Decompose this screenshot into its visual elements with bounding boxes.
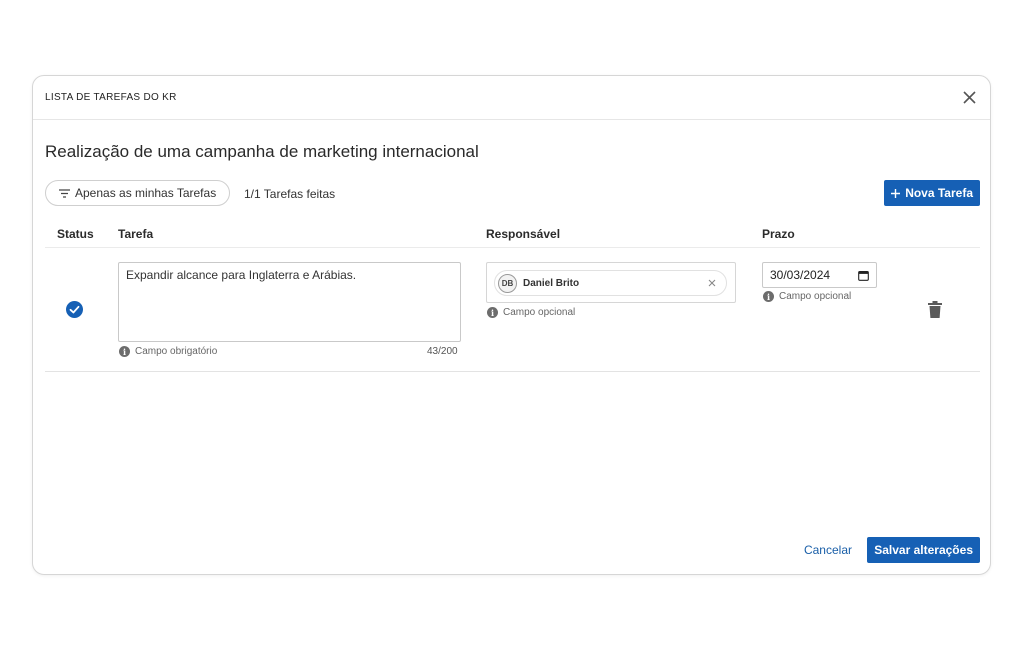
- page-title: Realização de uma campanha de marketing …: [45, 142, 479, 161]
- deadline-optional-hint: i Campo opcional: [763, 291, 851, 302]
- assignee-optional-hint: i Campo opcional: [487, 307, 575, 318]
- avatar: DB: [498, 273, 517, 293]
- column-header-status: Status: [57, 227, 94, 241]
- close-icon: [962, 91, 976, 104]
- remove-assignee-button[interactable]: [706, 277, 718, 289]
- my-tasks-filter-button[interactable]: Apenas as minhas Tarefas: [45, 180, 231, 206]
- column-header-assignee: Responsável: [486, 227, 561, 241]
- close-button[interactable]: [958, 87, 980, 109]
- check-circle-icon[interactable]: [66, 301, 83, 318]
- save-changes-button[interactable]: Salvar alterações: [867, 537, 980, 563]
- column-header-deadline: Prazo: [762, 227, 795, 241]
- calendar-icon[interactable]: [858, 270, 869, 281]
- trash-icon[interactable]: [928, 301, 942, 318]
- task-required-hint: i Campo obrigatório: [119, 346, 217, 357]
- deadline-date-input[interactable]: 30/03/2024: [762, 262, 877, 288]
- cancel-button[interactable]: Cancelar: [804, 543, 852, 557]
- filter-label: Apenas as minhas Tarefas: [75, 186, 217, 200]
- assignee-field[interactable]: DB Daniel Brito: [486, 262, 736, 303]
- modal-header: LISTA DE TAREFAS DO KR: [33, 76, 990, 120]
- modal-title: LISTA DE TAREFAS DO KR: [45, 92, 177, 103]
- header-divider: [45, 247, 980, 248]
- new-task-button[interactable]: Nova Tarefa: [884, 180, 980, 206]
- new-task-label: Nova Tarefa: [905, 186, 973, 200]
- column-header-task: Tarefa: [118, 227, 154, 241]
- assignee-hint-text: Campo opcional: [503, 307, 576, 318]
- task-textarea[interactable]: Expandir alcance para Inglaterra e Arábi…: [118, 262, 461, 342]
- deadline-value: 30/03/2024: [770, 268, 831, 282]
- assignee-name: Daniel Brito: [523, 277, 580, 289]
- plus-icon: [891, 188, 901, 198]
- info-icon: i: [763, 291, 774, 302]
- assignee-chip[interactable]: DB Daniel Brito: [494, 270, 727, 296]
- done-count: 1/1 Tarefas feitas: [244, 187, 336, 201]
- task-char-count: 43/200: [427, 346, 458, 357]
- close-icon: [708, 279, 716, 287]
- deadline-hint-text: Campo opcional: [779, 291, 852, 302]
- task-hint-text: Campo obrigatório: [135, 346, 218, 357]
- filter-icon: [59, 188, 70, 198]
- info-icon: i: [119, 346, 130, 357]
- task-list-modal: LISTA DE TAREFAS DO KR Realização de uma…: [32, 75, 991, 575]
- info-icon: i: [487, 307, 498, 318]
- row-divider: [45, 371, 980, 372]
